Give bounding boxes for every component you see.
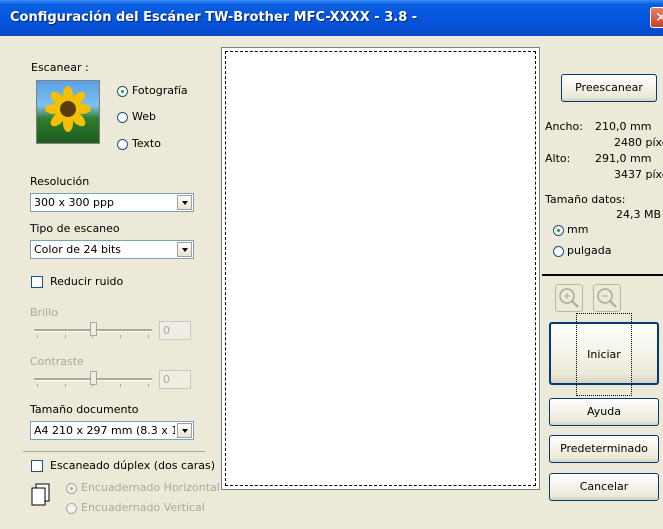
prescan-button-label: Preescanear (575, 81, 643, 94)
chevron-down-icon[interactable] (177, 195, 192, 210)
default-button[interactable]: Predeterminado (549, 435, 659, 463)
close-button[interactable]: ✕ (650, 7, 663, 28)
slider-tick (37, 384, 38, 387)
help-button[interactable]: Ayuda (549, 398, 659, 426)
slider-tick (148, 335, 149, 338)
data-size-value: 24,3 MB (616, 208, 662, 221)
scan-type-value: Color de 24 bits (34, 243, 122, 256)
noise-label: Reducir ruido (50, 275, 124, 288)
window-title: Configuración del Escáner TW-Brother MFC… (10, 10, 418, 25)
document-pages-icon (31, 483, 50, 506)
zoom-out-icon (597, 288, 617, 308)
chevron-down-icon[interactable] (177, 423, 192, 438)
radio-text-label: Texto (132, 137, 161, 150)
width-mm: 210,0 mm (595, 120, 652, 133)
width-label: Ancho: (545, 120, 583, 133)
contrast-label: Contraste (30, 355, 84, 368)
contrast-slider-thumb[interactable] (90, 371, 97, 385)
scan-type-label: Tipo de escaneo (30, 222, 120, 235)
slider-tick (120, 384, 121, 387)
slider-tick (92, 335, 93, 338)
divider (542, 274, 663, 276)
radio-web[interactable] (117, 112, 128, 123)
height-px: 3437 píxeles (614, 168, 663, 181)
scan-label: Escanear : (31, 61, 89, 74)
resolution-select[interactable]: 300 x 300 ppp (30, 193, 194, 212)
radio-photo-label: Fotografía (132, 84, 188, 97)
slider-tick (148, 384, 149, 387)
sunflower-icon (45, 86, 91, 132)
title-bar: Configuración del Escáner TW-Brother MFC… (0, 0, 663, 36)
slider-tick (120, 335, 121, 338)
doc-size-value: A4 210 x 297 mm (8.3 x 11. (34, 424, 175, 437)
start-button[interactable]: Iniciar (549, 313, 659, 396)
radio-web-label: Web (132, 110, 156, 123)
cancel-button-label: Cancelar (579, 480, 629, 493)
slider-tick (92, 384, 93, 387)
zoom-out-button[interactable] (593, 284, 621, 312)
binding-vertical-label: Encuadernado Vertical (81, 501, 205, 514)
height-mm: 291,0 mm (595, 152, 652, 165)
default-button-label: Predeterminado (560, 442, 648, 455)
resolution-label: Resolución (30, 175, 90, 188)
binding-horizontal-label: Encuadernado Horizontal (81, 481, 220, 494)
zoom-in-icon (559, 288, 579, 308)
doc-size-label: Tamaño documento (30, 403, 139, 416)
zoom-in-button[interactable] (555, 284, 583, 312)
unit-inch-label: pulgada (567, 244, 612, 257)
duplex-label: Escaneado dúplex (dos caras) (50, 459, 216, 472)
brightness-label: Brillo (30, 306, 58, 319)
start-button-label: Iniciar (576, 313, 632, 396)
preview-area[interactable] (221, 47, 540, 490)
radio-binding-vertical[interactable] (66, 503, 77, 514)
chevron-down-icon[interactable] (177, 242, 192, 257)
prescan-button[interactable]: Preescanear (561, 74, 657, 102)
radio-unit-mm[interactable] (553, 225, 564, 236)
duplex-checkbox[interactable] (31, 460, 43, 472)
slider-tick (65, 384, 66, 387)
divider (23, 451, 205, 452)
unit-mm-label: mm (567, 223, 589, 236)
scan-type-select[interactable]: Color de 24 bits (30, 240, 194, 259)
radio-photo[interactable] (117, 86, 128, 97)
noise-checkbox[interactable] (31, 276, 43, 288)
radio-unit-inch[interactable] (553, 246, 564, 257)
height-label: Alto: (545, 152, 571, 165)
data-size-label: Tamaño datos: (545, 193, 626, 206)
radio-binding-horizontal[interactable] (66, 483, 77, 494)
radio-text[interactable] (117, 139, 128, 150)
brightness-slider-thumb[interactable] (90, 322, 97, 336)
close-icon: ✕ (655, 10, 663, 26)
photo-thumbnail (36, 80, 100, 144)
brightness-value-field[interactable]: 0 (159, 321, 191, 340)
contrast-value-field[interactable]: 0 (159, 370, 191, 389)
scan-area-marquee[interactable] (225, 51, 536, 486)
slider-tick (65, 335, 66, 338)
doc-size-select[interactable]: A4 210 x 297 mm (8.3 x 11. (30, 421, 194, 440)
help-button-label: Ayuda (587, 405, 621, 418)
cancel-button[interactable]: Cancelar (549, 473, 659, 501)
width-px: 2480 píxeles (614, 136, 663, 149)
resolution-value: 300 x 300 ppp (34, 196, 114, 209)
slider-tick (37, 335, 38, 338)
